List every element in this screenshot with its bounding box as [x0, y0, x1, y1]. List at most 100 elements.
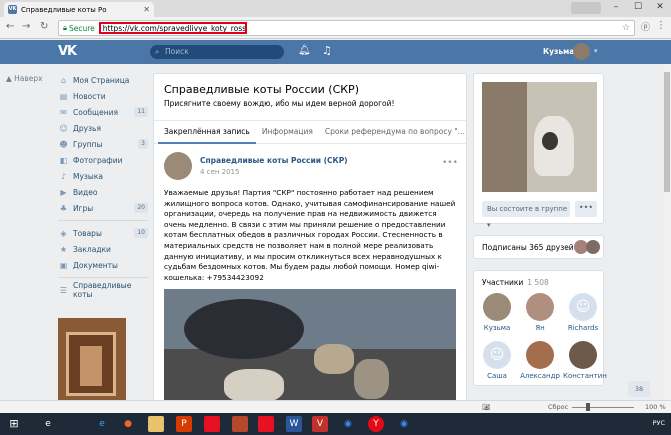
avatar [526, 293, 554, 321]
back-to-top[interactable]: ▲ Наверх [6, 74, 43, 83]
member-name: Саша [487, 372, 507, 380]
vivaldi-icon[interactable]: V [312, 416, 328, 432]
camera-icon: ◧ [59, 155, 68, 165]
sidebar-item[interactable]: ▤ Новости [58, 88, 148, 104]
sidebar-item[interactable]: ☻ Группы 3 [58, 136, 148, 152]
zoom-slider-thumb[interactable] [586, 403, 590, 411]
profile-button[interactable] [571, 2, 601, 14]
member-name: Константин [563, 372, 607, 380]
vk-logo[interactable]: VK [58, 44, 77, 59]
participants-title[interactable]: Участники 1 508 [482, 278, 549, 287]
scrollbar[interactable] [663, 64, 671, 400]
goods-icon: ◈ [60, 228, 67, 238]
subscribed-text: Подписаны 365 друзей [482, 243, 574, 252]
edge-icon[interactable]: e [40, 416, 56, 432]
post-date[interactable]: 4 сен 2015 [164, 168, 456, 176]
address-bar[interactable]: 🔒︎ Secure https://vk.com/spravedlivye_ko… [58, 20, 635, 36]
app-icon[interactable] [232, 416, 248, 432]
menu-divider [58, 277, 148, 278]
sidebar-item[interactable]: ♣ Игры 20 [58, 200, 148, 216]
post-author-avatar[interactable] [164, 152, 192, 180]
reload-icon[interactable]: ↻ [40, 21, 48, 32]
maximize-icon[interactable]: ☐ [627, 0, 649, 15]
count-badge: 10 [134, 228, 148, 238]
camera-icon[interactable]: 📷︎ [482, 403, 490, 411]
sidebar-item[interactable]: ★ Закладки [58, 241, 148, 257]
photo-curtain [482, 82, 527, 192]
chevron-down-icon[interactable]: ▾ [594, 47, 598, 55]
home-icon: ⌂ [60, 75, 67, 85]
tab-pinned[interactable]: Закреплённая запись [158, 120, 256, 144]
promo-image[interactable] [58, 318, 126, 404]
taskbar: ⊞ e e ● P W V ◉ Y ◉ РУС [0, 413, 671, 435]
count-badge: 20 [134, 203, 148, 213]
member[interactable]: ☺ Richards [563, 293, 603, 332]
user-name[interactable]: Кузьма [543, 47, 574, 56]
word-icon[interactable]: W [286, 416, 302, 432]
browser-tab[interactable]: VK Справедливые коты Ро ✕ [4, 2, 154, 17]
member[interactable]: Ян [520, 293, 560, 332]
sidebar-item-label: Моя Страница [73, 75, 130, 85]
sidebar-item[interactable]: ▣ Документы [58, 257, 148, 273]
avatar[interactable] [573, 43, 590, 60]
group-icon: ☰ [59, 285, 68, 295]
menu-divider [58, 220, 148, 221]
member[interactable]: Константин [563, 341, 607, 380]
sidebar-item[interactable]: ☰ Справедливые коты [58, 281, 148, 299]
sidebar-item-label: Фотографии [73, 155, 123, 165]
folder-icon[interactable] [148, 416, 164, 432]
minimize-icon[interactable]: – [605, 0, 627, 15]
bell-icon[interactable]: 🔔︎ [298, 45, 311, 56]
extension-icon[interactable]: ⓟ [641, 20, 650, 33]
member[interactable]: ☺ Саша [477, 341, 517, 380]
post: Справедливые коты России (СКР) 4 сен 201… [154, 144, 466, 417]
group-photo[interactable] [482, 82, 597, 192]
chrome-icon[interactable]: ◉ [340, 416, 356, 432]
join-status-button[interactable]: Вы состоите в группе ▾ [482, 201, 570, 229]
page-counter[interactable]: 38 [628, 381, 650, 397]
yandex-icon[interactable]: Y [368, 416, 384, 432]
chrome-icon[interactable]: ◉ [396, 416, 412, 432]
url-text[interactable]: https://vk.com/spravedlivye_koty_rossii [98, 22, 247, 34]
sidebar-item[interactable]: ◧ Фотографии [58, 152, 148, 168]
sidebar-item[interactable]: ◈ Товары 10 [58, 225, 148, 241]
close-window-icon[interactable]: ✕ [649, 0, 671, 15]
tab-info[interactable]: Информация [256, 120, 319, 144]
zoom-slider[interactable] [572, 407, 634, 408]
music-icon[interactable]: ♫ [322, 44, 332, 57]
windows-start-icon[interactable]: ⊞ [6, 416, 22, 432]
member[interactable]: Кузьма [477, 293, 517, 332]
member[interactable]: Александр [520, 341, 560, 380]
ie-icon[interactable]: e [94, 416, 110, 432]
app-icon[interactable] [258, 416, 274, 432]
join-status-label: Вы состоите в группе [487, 205, 568, 213]
back-arrow-icon[interactable]: ← [6, 21, 14, 32]
sidebar-item[interactable]: ✉ Сообщения 11 [58, 104, 148, 120]
menu-icon[interactable]: ⋮ [656, 20, 666, 31]
forward-arrow-icon[interactable]: → [22, 21, 30, 32]
group-cover-card: Вы состоите в группе ▾ ••• [473, 73, 604, 229]
post-photo[interactable] [164, 289, 456, 410]
firefox-icon[interactable]: ● [120, 416, 136, 432]
sidebar-item[interactable]: ▶ Видео [58, 184, 148, 200]
post-author[interactable]: Справедливые коты России (СКР) [164, 152, 456, 165]
groups-icon: ☻ [59, 139, 68, 149]
tab-referendum[interactable]: Сроки референдума по вопросу "... [319, 120, 471, 144]
bookmark-star-icon[interactable]: ☆ [622, 23, 630, 33]
avatar: ☺ [569, 293, 597, 321]
search-placeholder: Поиск [165, 47, 189, 56]
more-button[interactable]: ••• [575, 201, 597, 217]
sidebar-item[interactable]: ☺ Друзья [58, 120, 148, 136]
powerpoint-icon[interactable]: P [176, 416, 192, 432]
language-indicator[interactable]: РУС [653, 419, 665, 427]
store-icon[interactable] [204, 416, 220, 432]
sidebar-item[interactable]: ♪ Музыка [58, 168, 148, 184]
zoom-reset[interactable]: Сброс [548, 403, 568, 411]
scrollbar-thumb[interactable] [664, 72, 670, 192]
search-input[interactable]: ⌕ Поиск [150, 45, 284, 59]
post-menu-icon[interactable]: ••• [442, 158, 458, 168]
friends-subscribed-card[interactable]: Подписаны 365 друзей [473, 235, 604, 259]
promo-door [80, 346, 102, 386]
sidebar-item[interactable]: ⌂ Моя Страница [58, 72, 148, 88]
close-tab-icon[interactable]: ✕ [143, 5, 150, 14]
